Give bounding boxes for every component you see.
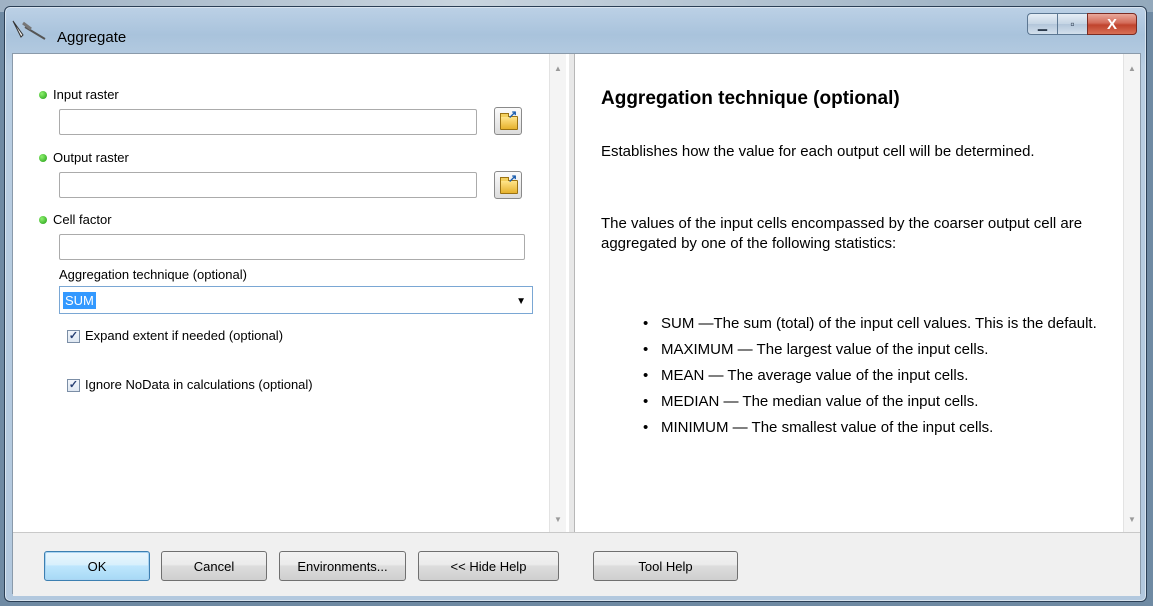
input-raster-browse-button[interactable]: ↗ — [494, 107, 522, 135]
scroll-up-icon[interactable]: ▲ — [1124, 64, 1140, 73]
required-dot-icon — [39, 216, 47, 224]
help-paragraph-1: Establishes how the value for each outpu… — [601, 143, 1035, 160]
window-controls: ▁ ▫ X — [1027, 13, 1137, 35]
statistics-list: SUM —The sum (total) of the input cell v… — [641, 314, 1101, 444]
chevron-down-icon[interactable]: ▼ — [516, 296, 526, 307]
arrow-icon: ↗ — [508, 173, 518, 185]
aggregate-dialog: Aggregate ▁ ▫ X Input raster ↗ Output ra… — [4, 6, 1147, 602]
aggregation-technique-label: Aggregation technique (optional) — [59, 267, 247, 282]
required-dot-icon — [39, 91, 47, 99]
maximize-icon: ▫ — [1070, 17, 1075, 31]
help-title: Aggregation technique (optional) — [601, 88, 900, 109]
close-button[interactable]: X — [1087, 13, 1137, 35]
output-raster-browse-button[interactable]: ↗ — [494, 171, 522, 199]
list-item: MEDIAN — The median value of the input c… — [641, 392, 1101, 412]
aggregation-technique-select[interactable]: SUM ▼ — [59, 286, 533, 314]
maximize-button[interactable]: ▫ — [1057, 13, 1087, 35]
output-raster-label: Output raster — [53, 150, 129, 165]
ok-button[interactable]: OK — [44, 551, 150, 581]
minimize-icon: ▁ — [1037, 17, 1048, 31]
aggregation-technique-value: SUM — [63, 292, 96, 309]
help-pane: Aggregation technique (optional) Establi… — [575, 54, 1140, 532]
scroll-down-icon[interactable]: ▼ — [550, 515, 566, 524]
cancel-button[interactable]: Cancel — [161, 551, 267, 581]
button-bar: OK Cancel Environments... << Hide Help T… — [13, 532, 1140, 596]
window-title: Aggregate — [57, 29, 127, 46]
help-scrollbar[interactable]: ▲ ▼ — [1123, 54, 1140, 532]
list-item: MEAN — The average value of the input ce… — [641, 366, 1101, 386]
required-dot-icon — [39, 154, 47, 162]
expand-extent-label: Expand extent if needed (optional) — [85, 328, 284, 343]
input-raster-field[interactable] — [59, 109, 477, 135]
environments-button[interactable]: Environments... — [279, 551, 406, 581]
ignore-nodata-checkbox[interactable]: ✓ — [67, 379, 80, 392]
expand-extent-checkbox[interactable]: ✓ — [67, 330, 80, 343]
title-bar[interactable]: Aggregate ▁ ▫ X — [5, 7, 1146, 47]
minimize-button[interactable]: ▁ — [1027, 13, 1057, 35]
ignore-nodata-label: Ignore NoData in calculations (optional) — [85, 377, 313, 392]
list-item: MINIMUM — The smallest value of the inpu… — [641, 418, 1101, 438]
tool-help-button[interactable]: Tool Help — [593, 551, 738, 581]
list-item: MAXIMUM — The largest value of the input… — [641, 340, 1101, 360]
hide-help-button[interactable]: << Hide Help — [418, 551, 559, 581]
cell-factor-label: Cell factor — [53, 212, 112, 227]
scroll-up-icon[interactable]: ▲ — [550, 64, 566, 73]
parameters-scrollbar[interactable]: ▲ ▼ — [549, 54, 566, 532]
input-raster-label: Input raster — [53, 87, 119, 102]
dialog-body: Input raster ↗ Output raster ↗ Cell fact… — [12, 53, 1141, 596]
tool-hammer-icon — [12, 20, 46, 40]
cell-factor-field[interactable] — [59, 234, 525, 260]
arrow-icon: ↗ — [508, 109, 518, 121]
help-paragraph-2: The values of the input cells encompasse… — [601, 215, 1083, 252]
close-icon: X — [1106, 15, 1117, 33]
list-item: SUM —The sum (total) of the input cell v… — [641, 314, 1101, 334]
output-raster-field[interactable] — [59, 172, 477, 198]
scroll-down-icon[interactable]: ▼ — [1124, 515, 1140, 524]
parameters-pane: Input raster ↗ Output raster ↗ Cell fact… — [13, 54, 570, 532]
